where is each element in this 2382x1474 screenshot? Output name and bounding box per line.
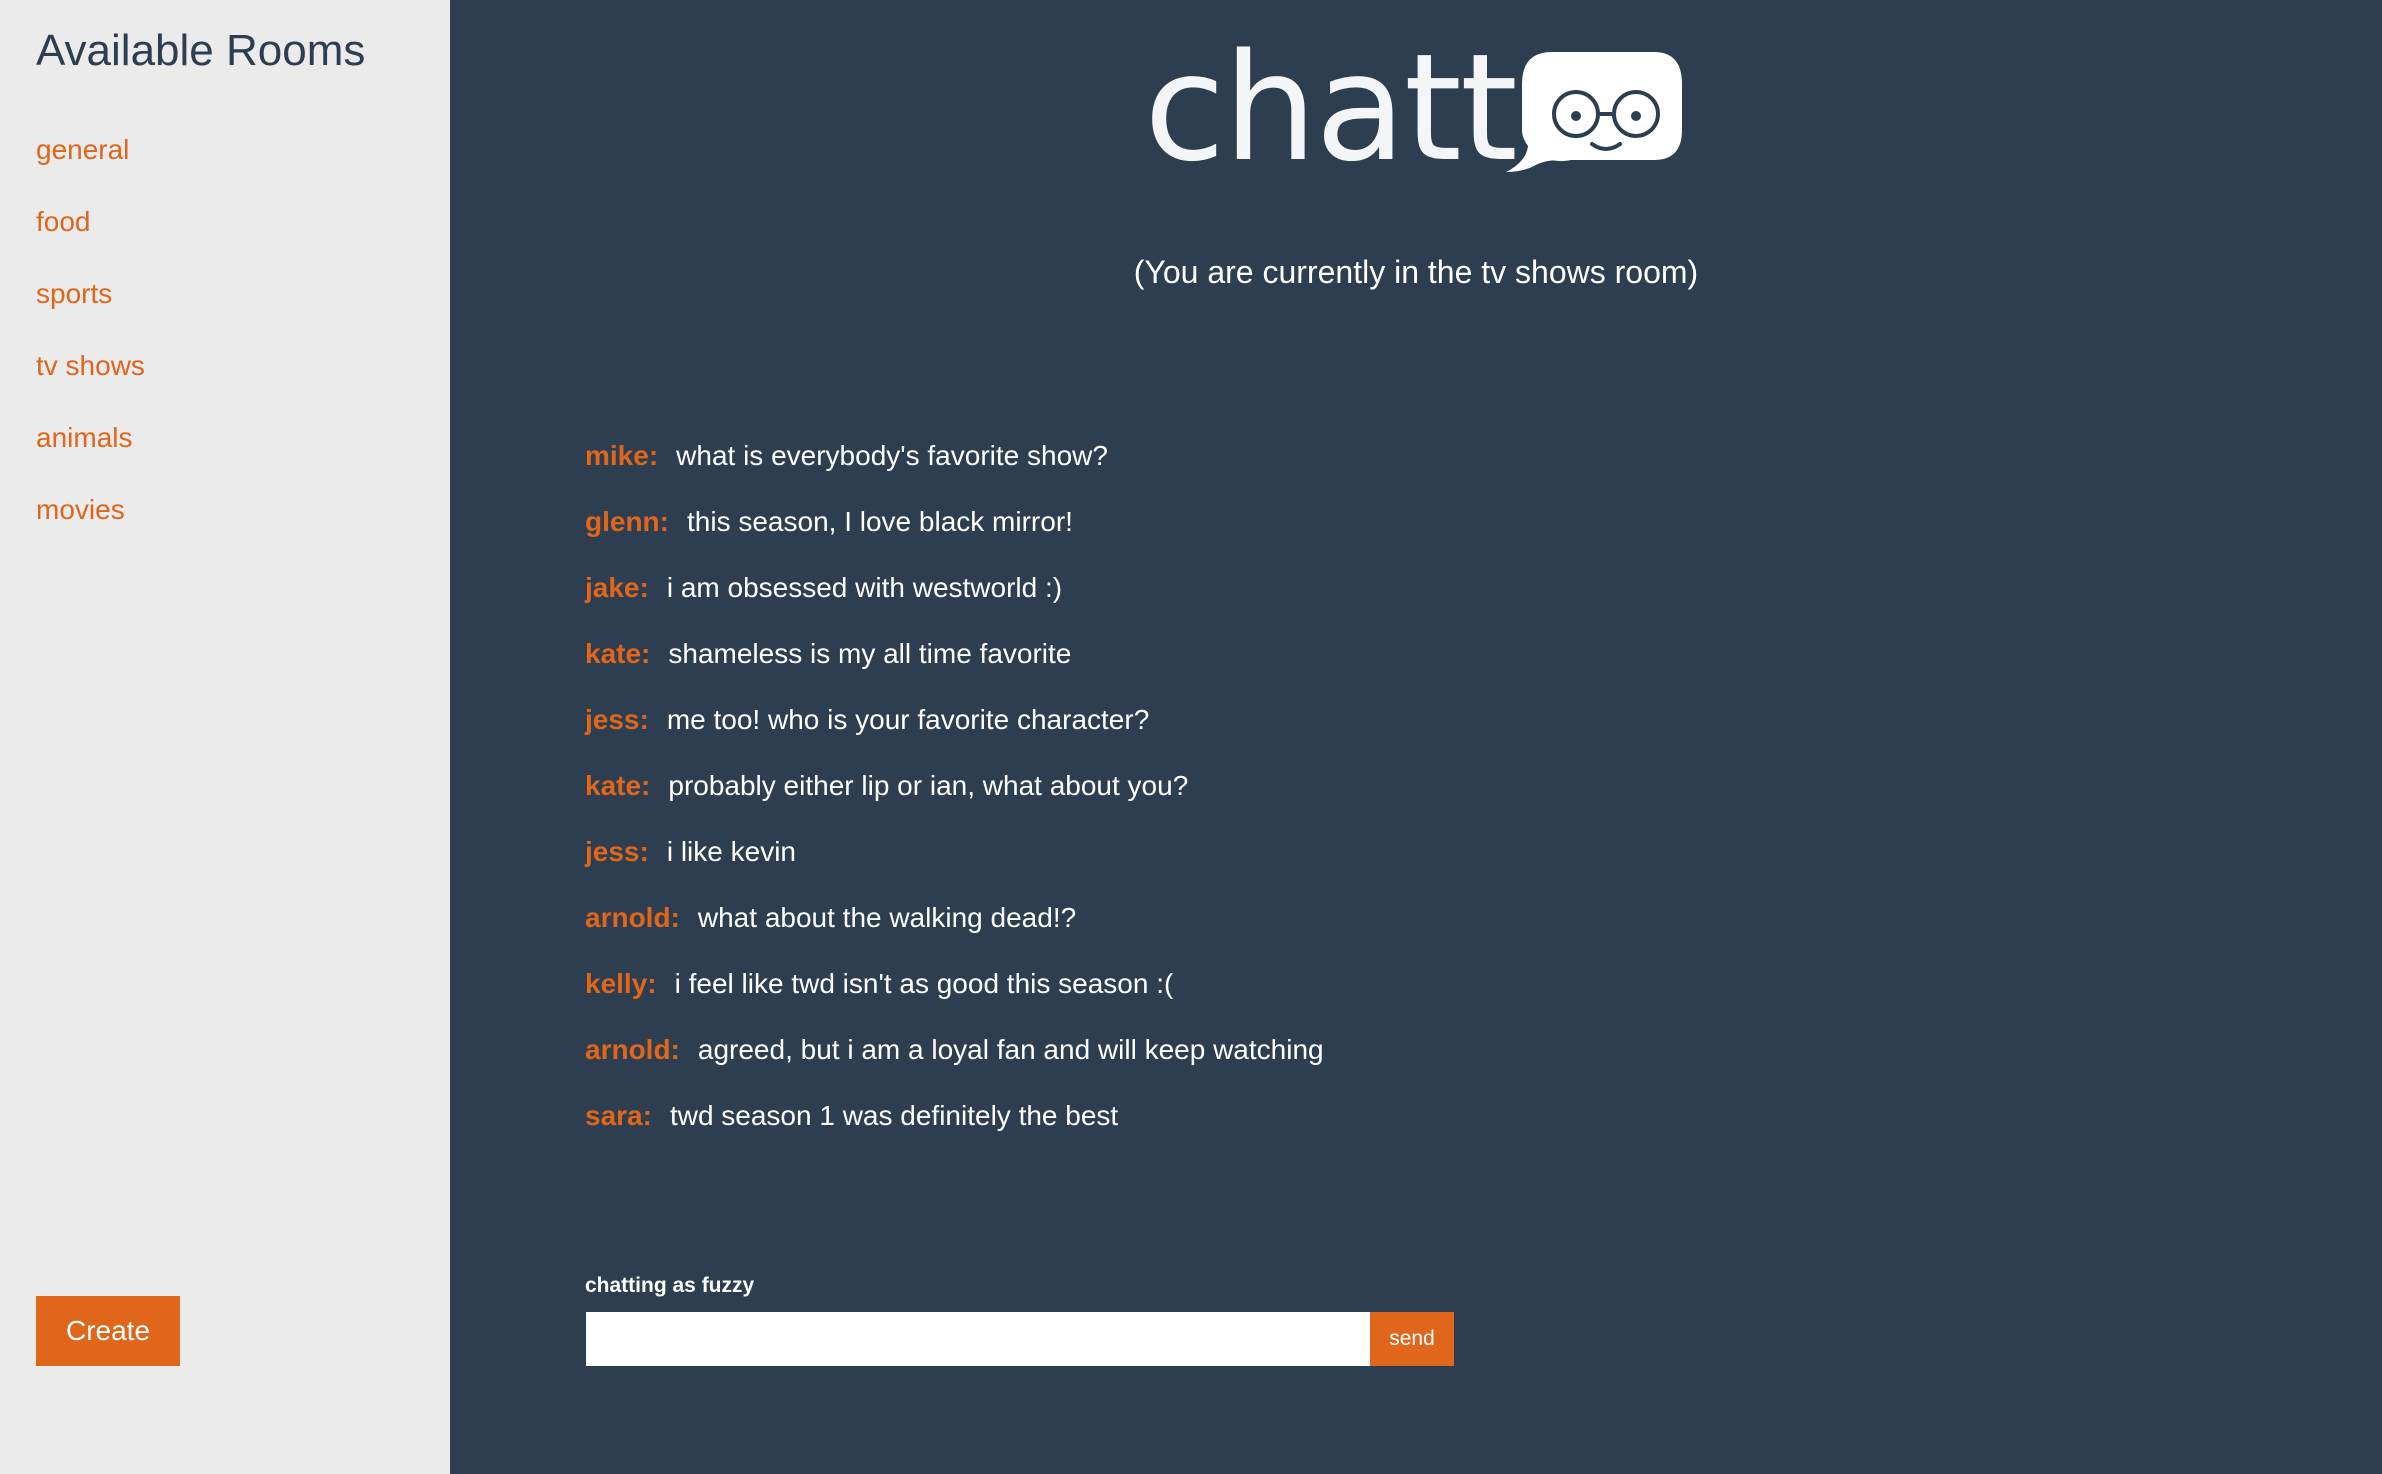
message-item: jake: i am obsessed with westworld :) bbox=[585, 572, 1324, 638]
message-text: what about the walking dead!? bbox=[697, 902, 1077, 933]
message-username: jess: bbox=[585, 704, 649, 735]
message-username: arnold: bbox=[585, 1034, 680, 1065]
message-username: sara: bbox=[585, 1100, 652, 1131]
message-username: kate: bbox=[585, 638, 651, 669]
sidebar-title: Available Rooms bbox=[36, 26, 366, 75]
message-username: kelly: bbox=[585, 968, 657, 999]
room-link-food[interactable]: food bbox=[36, 206, 145, 278]
create-room-button[interactable]: Create bbox=[36, 1296, 180, 1366]
message-text: me too! who is your favorite character? bbox=[666, 704, 1150, 735]
message-item: sara: twd season 1 was definitely the bes… bbox=[585, 1100, 1324, 1166]
room-link-sports[interactable]: sports bbox=[36, 278, 145, 350]
message-text: probably either lip or ian, what about y… bbox=[668, 770, 1189, 801]
message-text: twd season 1 was definitely the best bbox=[669, 1100, 1119, 1131]
message-text: this season, I love black mirror! bbox=[687, 506, 1073, 537]
message-item: arnold: agreed, but i am a loyal fan and … bbox=[585, 1034, 1324, 1100]
message-username: glenn: bbox=[585, 506, 669, 537]
message-item: kelly: i feel like twd isn't as good this… bbox=[585, 968, 1324, 1034]
current-room-status: (You are currently in the tv shows room) bbox=[1133, 254, 1699, 290]
message-composer: send bbox=[586, 1312, 1456, 1366]
send-button[interactable]: send bbox=[1370, 1312, 1454, 1366]
message-item: kate: probably either lip or ian, what ab… bbox=[585, 770, 1324, 836]
message-item: kate: shameless is my all time favorite bbox=[585, 638, 1324, 704]
message-text: agreed, but i am a loyal fan and will ke… bbox=[697, 1034, 1324, 1065]
message-text: i am obsessed with westworld :) bbox=[666, 572, 1063, 603]
chatto-logo: chatto bbox=[1144, 34, 1704, 182]
message-text: i feel like twd isn't as good this seaso… bbox=[674, 968, 1174, 999]
message-username: jess: bbox=[585, 836, 649, 867]
message-item: jess: me too! who is your favorite charac… bbox=[585, 704, 1324, 770]
message-text: shameless is my all time favorite bbox=[668, 638, 1072, 669]
room-link-tv-shows[interactable]: tv shows bbox=[36, 350, 145, 422]
chat-main: chatto (You are currently in the tv show… bbox=[450, 0, 2382, 1474]
chatting-as-label: chatting as fuzzy bbox=[585, 1274, 755, 1297]
message-list: mike: what is everybody's favorite show? … bbox=[585, 440, 1324, 1166]
sidebar: Available Rooms general food sports tv s… bbox=[0, 0, 450, 1474]
message-item: mike: what is everybody's favorite show? bbox=[585, 440, 1324, 506]
message-input[interactable] bbox=[586, 1312, 1370, 1366]
message-item: jess: i like kevin bbox=[585, 836, 1324, 902]
message-username: jake: bbox=[585, 572, 649, 603]
message-item: arnold: what about the walking dead!? bbox=[585, 902, 1324, 968]
message-text: i like kevin bbox=[666, 836, 796, 867]
room-link-animals[interactable]: animals bbox=[36, 422, 145, 494]
message-username: arnold: bbox=[585, 902, 680, 933]
message-text: what is everybody's favorite show? bbox=[676, 440, 1108, 471]
message-item: glenn: this season, I love black mirror! bbox=[585, 506, 1324, 572]
room-link-general[interactable]: general bbox=[36, 134, 145, 206]
room-link-movies[interactable]: movies bbox=[36, 494, 145, 566]
message-username: mike: bbox=[585, 440, 659, 471]
message-username: kate: bbox=[585, 770, 651, 801]
room-list: general food sports tv shows animals mov… bbox=[36, 134, 145, 566]
speech-bubble-glasses-icon bbox=[1506, 52, 1682, 172]
